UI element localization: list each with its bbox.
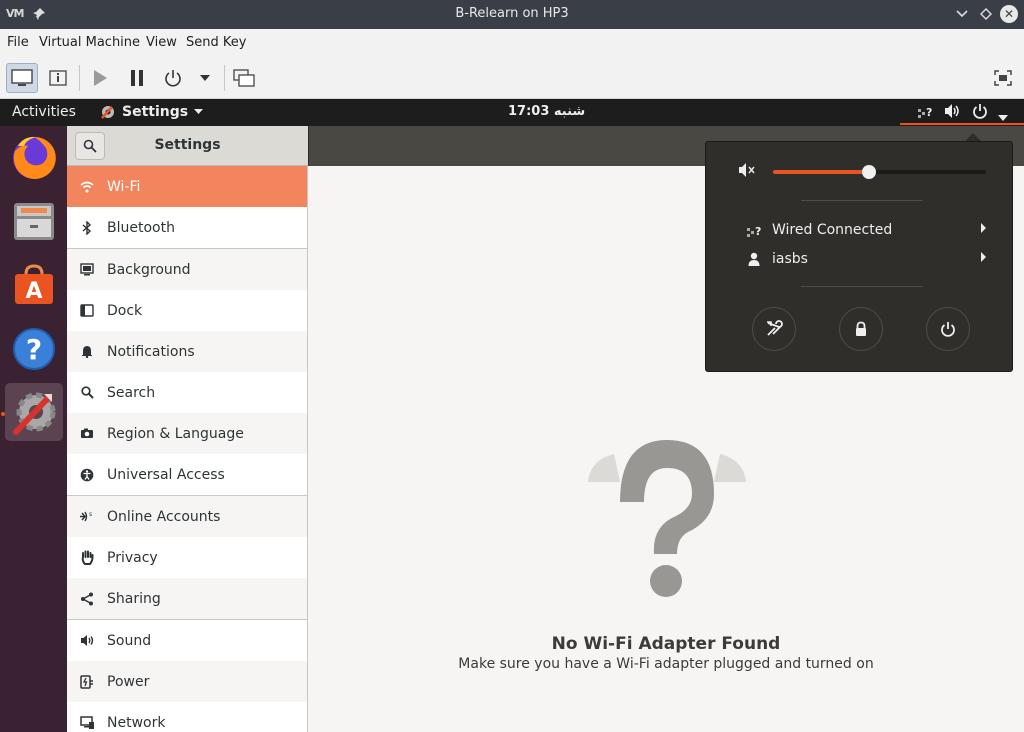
power-off-button[interactable] — [926, 307, 970, 351]
fit-window-icon[interactable] — [990, 63, 1016, 93]
no-wifi-subtitle: Make sure you have a Wi-Fi adapter plugg… — [458, 656, 874, 672]
dock-icon — [67, 304, 107, 317]
user-label: iasbs — [772, 251, 808, 267]
volume-status-icon[interactable] — [944, 103, 962, 123]
clock[interactable]: شنبه 17:03 — [508, 104, 585, 119]
settings-sidebar: Wi-Fi Bluetooth Background Dock Notifica… — [67, 166, 308, 732]
sidebar-item-privacy[interactable]: Privacy — [67, 537, 307, 578]
sidebar-item-bluetooth[interactable]: Bluetooth — [67, 207, 307, 248]
svg-text:A: A — [25, 279, 42, 304]
camera-icon — [67, 428, 107, 439]
volume-icon[interactable] — [738, 162, 756, 182]
settings-app-icon — [101, 106, 114, 119]
user-item[interactable]: iasbs — [736, 247, 986, 271]
svg-text:?: ? — [926, 106, 932, 119]
restore-diamond-icon[interactable] — [977, 5, 995, 23]
sidebar-item-background[interactable]: Background — [67, 249, 307, 290]
power-dropdown-icon[interactable] — [195, 63, 215, 93]
vm-info-icon[interactable] — [44, 63, 72, 93]
sidebar-item-sharing[interactable]: Sharing — [67, 578, 307, 619]
search-icon — [67, 386, 107, 399]
menu-send-key[interactable]: Send Key — [186, 35, 246, 50]
settings-button[interactable] — [752, 307, 796, 351]
svg-text:?: ? — [755, 225, 761, 238]
window-title: B-Relearn on HP3 — [455, 6, 569, 21]
volume-slider-knob[interactable] — [861, 165, 876, 179]
wifi-icon — [67, 181, 107, 193]
firefox-icon[interactable] — [5, 129, 63, 187]
accessibility-icon — [67, 468, 107, 482]
speaker-icon — [67, 634, 107, 647]
play-icon[interactable] — [86, 63, 114, 93]
popup-separator — [801, 200, 923, 201]
menu-view[interactable]: View — [146, 35, 177, 50]
running-indicator — [1, 412, 5, 416]
status-area-active-underline — [900, 123, 1024, 125]
chevron-down-icon — [194, 109, 204, 114]
plug-icon — [67, 674, 107, 689]
volume-slider[interactable] — [773, 165, 986, 179]
lock-icon — [856, 321, 866, 336]
svg-text:s: s — [89, 511, 92, 518]
sidebar-item-online-accounts[interactable]: s Online Accounts — [67, 496, 307, 537]
sidebar-item-universal-access[interactable]: Universal Access — [67, 454, 307, 495]
files-icon[interactable] — [5, 192, 63, 250]
sidebar-item-sound[interactable]: Sound — [67, 620, 307, 661]
sidebar-item-network[interactable]: Network — [67, 702, 307, 732]
share-icon — [67, 592, 107, 606]
host-menu-bar: File Virtual Machine View Send Key — [0, 29, 1024, 57]
network-status-icon[interactable]: ? — [917, 103, 933, 123]
svg-text:?: ? — [26, 333, 42, 366]
submenu-arrow-icon — [981, 252, 986, 262]
no-wifi-question-icon — [588, 440, 746, 597]
popup-arrow — [965, 133, 981, 141]
online-accounts-icon: s — [67, 510, 107, 523]
background-icon — [67, 263, 107, 276]
wired-connection-item[interactable]: ? Wired Connected — [736, 218, 986, 242]
user-icon — [736, 252, 772, 266]
fullscreen-vm-icon[interactable] — [230, 63, 258, 93]
bluetooth-icon — [67, 220, 107, 235]
menu-virtual-machine[interactable]: Virtual Machine — [39, 35, 140, 50]
hand-icon — [67, 550, 107, 565]
minimize-chevron-icon[interactable] — [953, 5, 971, 23]
sidebar-item-dock[interactable]: Dock — [67, 290, 307, 331]
power-icon[interactable] — [159, 63, 187, 93]
submenu-arrow-icon — [981, 223, 986, 233]
dock: A ? — [0, 126, 67, 732]
network-icon — [67, 715, 107, 730]
menu-file[interactable]: File — [7, 35, 29, 50]
pause-icon[interactable] — [123, 63, 151, 93]
host-title-bar: VM B-Relearn on HP3 ✕ — [0, 0, 1024, 29]
settings-sidebar-header: Settings — [67, 126, 308, 166]
sidebar-item-search[interactable]: Search — [67, 372, 307, 413]
power-icon — [941, 322, 955, 337]
wired-network-icon: ? — [736, 222, 772, 238]
console-view-button[interactable] — [6, 63, 38, 93]
ubuntu-top-bar: Activities Settings شنبه 17:03 ? — [0, 99, 1024, 126]
activities-button[interactable]: Activities — [12, 104, 76, 120]
sidebar-item-wifi[interactable]: Wi-Fi — [67, 166, 307, 207]
host-toolbar — [0, 57, 1024, 99]
software-store-icon[interactable]: A — [5, 256, 63, 314]
power-status-icon[interactable] — [972, 103, 988, 123]
popup-separator — [801, 286, 923, 287]
volume-slider-fill — [773, 170, 869, 174]
wired-connection-label: Wired Connected — [772, 222, 893, 238]
bell-icon — [67, 345, 107, 358]
no-wifi-title: No Wi-Fi Adapter Found — [551, 634, 781, 654]
system-menu-popup: ? Wired Connected iasbs — [705, 141, 1013, 372]
app-menu-label: Settings — [122, 104, 189, 120]
help-icon[interactable]: ? — [5, 320, 63, 378]
settings-dock-icon[interactable] — [5, 383, 63, 441]
lock-button[interactable] — [839, 307, 883, 351]
sidebar-item-region-language[interactable]: Region & Language — [67, 413, 307, 454]
sidebar-item-power[interactable]: Power — [67, 661, 307, 702]
sidebar-item-notifications[interactable]: Notifications — [67, 331, 307, 372]
tools-icon — [767, 320, 783, 336]
close-icon[interactable]: ✕ — [1000, 5, 1018, 23]
settings-title: Settings — [154, 137, 221, 153]
app-menu-button[interactable]: Settings — [100, 104, 204, 120]
